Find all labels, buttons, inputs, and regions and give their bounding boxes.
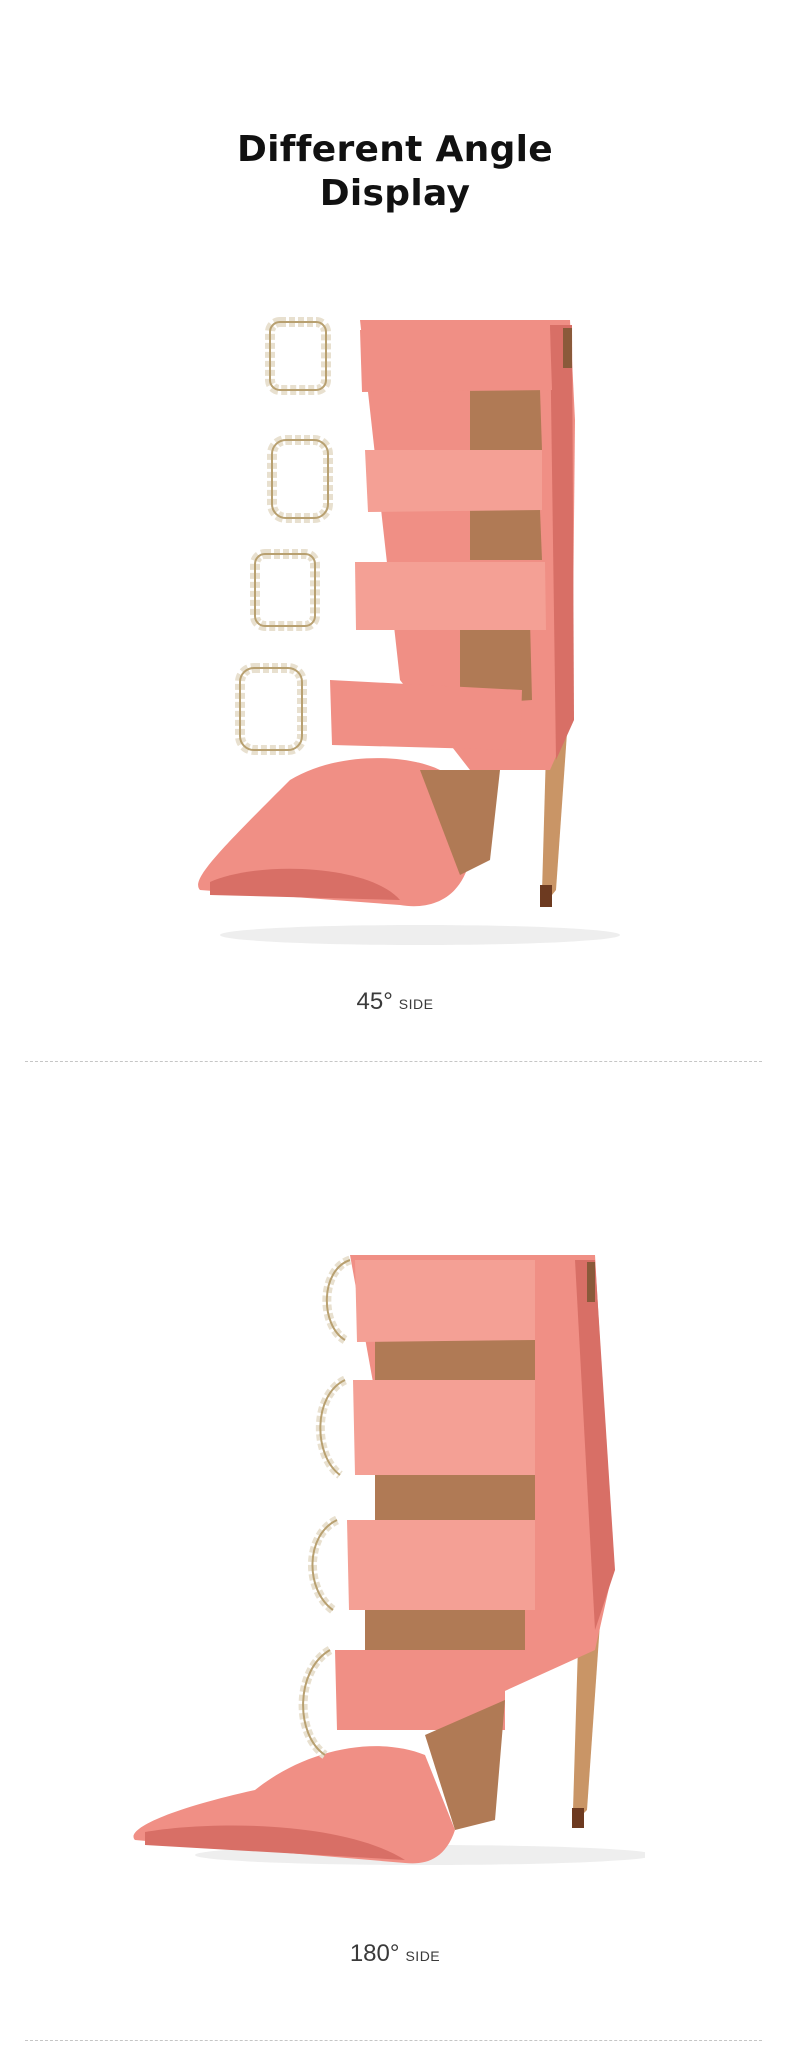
title-line-2: Display [319, 173, 471, 214]
caption-180: 180° SIDE [0, 1940, 790, 1968]
section-divider-1 [25, 1061, 762, 1062]
product-angle-page: Different Angle Display 45° SIDE 180° SI… [0, 0, 790, 2060]
caption-degree-45: 45° [356, 988, 393, 1015]
title-line-1: Different Angle [236, 129, 554, 170]
shoe-view-45 [0, 300, 790, 960]
caption-degree-180: 180° [349, 1940, 400, 1967]
caption-side-180: SIDE [405, 1948, 441, 1964]
section-divider-2 [25, 2040, 762, 2041]
shoe-view-180 [0, 1230, 790, 1890]
caption-side-45: SIDE [398, 996, 434, 1012]
page-title: Different Angle Display [0, 128, 790, 216]
shoe-image-180 [133, 1255, 645, 1865]
shoe-image-45 [198, 317, 620, 945]
caption-45: 45° SIDE [0, 988, 790, 1016]
